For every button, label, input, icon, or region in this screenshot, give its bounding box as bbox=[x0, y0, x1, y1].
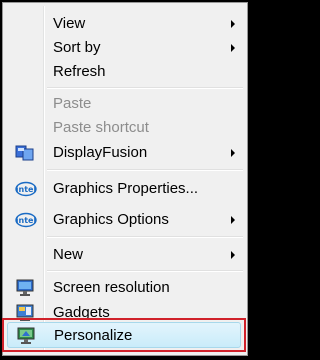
menu-item-refresh[interactable]: Refresh bbox=[5, 60, 245, 84]
menu-item-paste-shortcut: Paste shortcut bbox=[5, 116, 245, 140]
personalize-icon bbox=[16, 327, 36, 345]
menu-item-label: New bbox=[53, 246, 84, 263]
menu-item-label: Graphics Properties... bbox=[53, 180, 199, 197]
menu-item-label: View bbox=[53, 15, 86, 32]
menu-item-personalize[interactable]: Personalize bbox=[6, 324, 242, 348]
submenu-arrow-icon bbox=[231, 251, 235, 259]
menu-item-new[interactable]: New bbox=[5, 243, 245, 267]
context-menu: View Sort by Refresh Paste Paste shortcu… bbox=[2, 2, 248, 356]
menu-item-label: Screen resolution bbox=[53, 279, 170, 296]
menu-item-graphics-properties[interactable]: intel Graphics Properties... bbox=[5, 177, 245, 201]
menu-item-graphics-options[interactable]: intel Graphics Options bbox=[5, 208, 245, 232]
menu-item-sort-by[interactable]: Sort by bbox=[5, 36, 245, 60]
menu-item-label: Paste shortcut bbox=[53, 119, 149, 136]
menu-item-label: DisplayFusion bbox=[53, 144, 148, 161]
menu-item-screen-resolution[interactable]: Screen resolution bbox=[5, 276, 245, 300]
submenu-arrow-icon bbox=[231, 20, 235, 28]
menu-item-label: Personalize bbox=[54, 327, 133, 344]
menu-item-label: Sort by bbox=[53, 39, 101, 56]
intel-icon: intel bbox=[15, 180, 37, 198]
menu-item-displayfusion[interactable]: DisplayFusion bbox=[5, 141, 245, 165]
personalize-highlight-box: Personalize bbox=[2, 318, 246, 352]
displayfusion-icon bbox=[15, 144, 35, 162]
svg-text:intel: intel bbox=[16, 185, 37, 194]
menu-item-paste: Paste bbox=[5, 92, 245, 116]
menu-separator bbox=[47, 270, 243, 272]
monitor-icon bbox=[15, 279, 35, 297]
submenu-arrow-icon bbox=[231, 149, 235, 157]
menu-item-label: Refresh bbox=[53, 63, 106, 80]
menu-item-view[interactable]: View bbox=[5, 12, 245, 36]
menu-separator bbox=[47, 169, 243, 171]
menu-item-label: Graphics Options bbox=[53, 211, 169, 228]
menu-separator bbox=[47, 236, 243, 238]
intel-icon: intel bbox=[15, 211, 37, 229]
menu-item-label: Paste bbox=[53, 95, 92, 112]
svg-text:intel: intel bbox=[16, 216, 37, 225]
menu-separator bbox=[47, 87, 243, 89]
submenu-arrow-icon bbox=[231, 44, 235, 52]
submenu-arrow-icon bbox=[231, 216, 235, 224]
